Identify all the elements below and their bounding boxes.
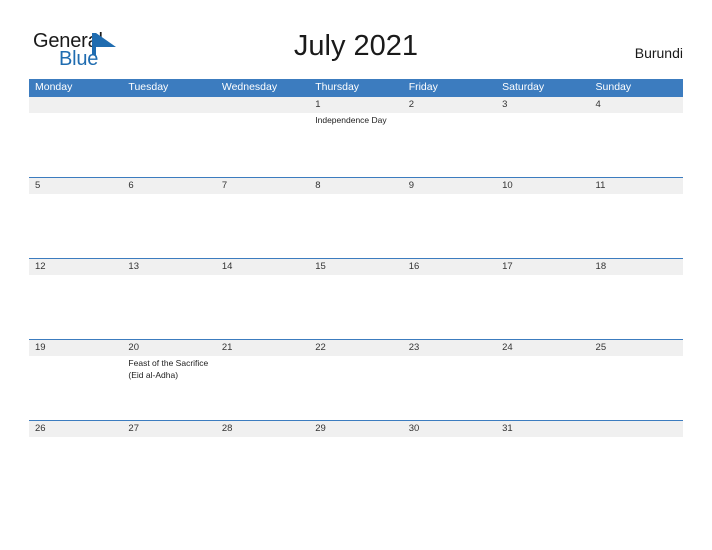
calendar-day-cell[interactable]: 8 (309, 178, 402, 258)
calendar-day-cell[interactable] (122, 97, 215, 177)
day-number: 8 (315, 180, 321, 191)
day-number: 19 (35, 342, 46, 353)
calendar-day-cell[interactable]: 18 (590, 259, 683, 339)
day-number: 16 (408, 261, 420, 272)
day-number: 28 (221, 423, 233, 434)
day-number: 2 (408, 99, 414, 110)
calendar-day-cell[interactable]: 28 (216, 421, 309, 445)
day-number: 4 (595, 99, 601, 110)
day-number: 1 (315, 99, 321, 110)
calendar-day-cell[interactable]: 24 (496, 340, 589, 420)
day-number: 22 (315, 342, 326, 353)
day-number: 30 (408, 423, 420, 434)
calendar-week-row: 26 27 28 29 30 31 (29, 420, 683, 445)
calendar-day-cell[interactable]: 25 (590, 340, 683, 420)
weekday-header-row: Monday Tuesday Wednesday Thursday Friday… (29, 79, 683, 96)
weekday-header-wednesday: Wednesday (221, 81, 278, 93)
calendar-day-cell[interactable]: 12 (29, 259, 122, 339)
calendar-day-cell[interactable]: 9 (403, 178, 496, 258)
calendar-day-cell[interactable]: 30 (403, 421, 496, 445)
calendar-day-cell[interactable]: 5 (29, 178, 122, 258)
day-number: 5 (35, 180, 41, 191)
calendar-day-cell[interactable]: 3 (496, 97, 589, 177)
calendar-week-row: 5 6 7 8 9 10 11 (29, 177, 683, 258)
calendar-week-row: 1 Independence Day 2 3 4 (29, 96, 683, 177)
calendar-day-cell[interactable]: 10 (496, 178, 589, 258)
weekday-header-thursday: Thursday (315, 81, 360, 93)
weekday-header-tuesday: Tuesday (128, 81, 169, 93)
calendar-day-cell[interactable]: 20 Feast of the Sacrifice (Eid al-Adha) (122, 340, 215, 420)
week-cells: 12 13 14 15 16 17 18 (29, 259, 683, 339)
calendar-day-cell[interactable]: 4 (590, 97, 683, 177)
day-number: 9 (408, 180, 414, 191)
day-number: 26 (35, 423, 46, 434)
calendar-day-cell[interactable]: 26 (29, 421, 122, 445)
calendar-day-cell[interactable]: 19 (29, 340, 122, 420)
calendar-day-cell[interactable]: 16 (403, 259, 496, 339)
day-number: 21 (221, 342, 233, 353)
day-events: Feast of the Sacrifice (Eid al-Adha) (128, 356, 212, 381)
day-number: 18 (595, 261, 607, 272)
holiday-event-label: Independence Day (315, 115, 387, 125)
calendar-day-cell[interactable]: 21 (216, 340, 309, 420)
calendar-weeks: 1 Independence Day 2 3 4 5 6 7 8 9 10 11 12 13 14 15 16 1… (29, 96, 683, 445)
calendar-day-cell[interactable]: 17 (496, 259, 589, 339)
weekday-header-monday: Monday (35, 81, 73, 93)
day-number: 29 (315, 423, 326, 434)
week-cells: 26 27 28 29 30 31 (29, 421, 683, 445)
country-label: Burundi (634, 45, 683, 61)
calendar-day-cell[interactable]: 14 (216, 259, 309, 339)
day-number: 17 (502, 261, 513, 272)
week-cells: 19 20 Feast of the Sacrifice (Eid al-Adha)… (29, 340, 683, 420)
calendar-day-cell[interactable]: 27 (122, 421, 215, 445)
calendar-day-cell[interactable]: 22 (309, 340, 402, 420)
calendar-day-cell[interactable]: 11 (590, 178, 683, 258)
day-number: 25 (595, 342, 607, 353)
day-number: 11 (595, 180, 606, 191)
calendar-day-cell[interactable]: 1 Independence Day (309, 97, 402, 177)
weekday-header-friday: Friday (408, 81, 438, 93)
weekday-header-saturday: Saturday (502, 81, 545, 93)
weekday-header-sunday: Sunday (595, 81, 632, 93)
calendar-page: General Blue July 2021 Burundi Monday Tu… (0, 0, 712, 550)
day-number: 23 (408, 342, 420, 353)
calendar-week-row: 19 20 Feast of the Sacrifice (Eid al-Adha)… (29, 339, 683, 420)
calendar-day-cell[interactable]: 2 (403, 97, 496, 177)
calendar-day-cell[interactable]: 15 (309, 259, 402, 339)
calendar-day-cell[interactable]: 6 (122, 178, 215, 258)
day-number: 6 (128, 180, 134, 191)
calendar-day-cell[interactable] (29, 97, 122, 177)
calendar-day-cell[interactable]: 7 (216, 178, 309, 258)
day-number: 10 (502, 180, 513, 191)
calendar-day-cell[interactable]: 23 (403, 340, 496, 420)
day-number: 14 (221, 261, 233, 272)
calendar-day-cell[interactable] (216, 97, 309, 177)
week-cells: 1 Independence Day 2 3 4 (29, 97, 683, 177)
holiday-event-label: Feast of the Sacrifice (Eid al-Adha) (128, 358, 209, 380)
day-number: 7 (221, 180, 228, 191)
calendar-day-cell[interactable]: 13 (122, 259, 215, 339)
calendar-day-cell[interactable] (590, 421, 683, 445)
day-number: 12 (35, 261, 46, 272)
calendar-day-cell[interactable]: 29 (309, 421, 402, 445)
page-title: July 2021 (293, 30, 419, 62)
day-number: 3 (502, 99, 508, 110)
page-header: General Blue July 2021 Burundi (0, 0, 712, 78)
calendar-day-cell[interactable]: 31 (496, 421, 589, 445)
week-cells: 5 6 7 8 9 10 11 (29, 178, 683, 258)
calendar-grid: Monday Tuesday Wednesday Thursday Friday… (29, 79, 683, 445)
day-number: 24 (502, 342, 513, 353)
day-number: 13 (128, 261, 139, 272)
day-number: 27 (128, 423, 139, 434)
day-number: 31 (502, 423, 513, 434)
calendar-week-row: 12 13 14 15 16 17 18 (29, 258, 683, 339)
day-number: 15 (315, 261, 326, 272)
day-number: 20 (128, 342, 139, 353)
day-events: Independence Day (315, 113, 399, 127)
